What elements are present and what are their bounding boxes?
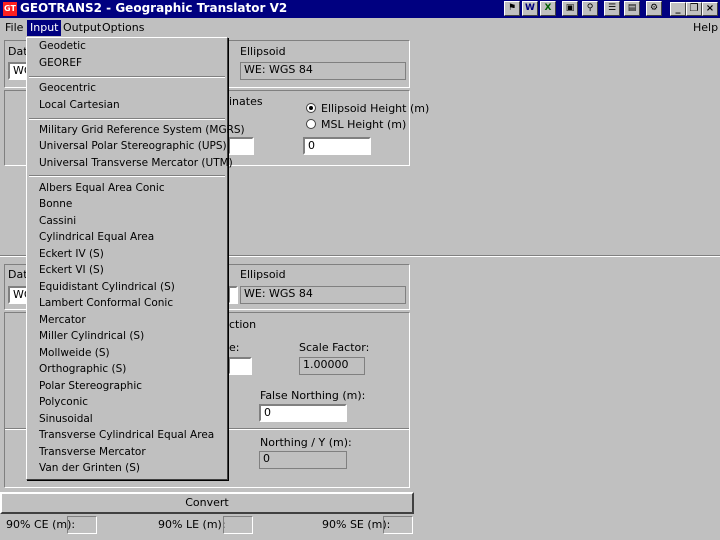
menu-item-van-der-grinten[interactable]: Van der Grinten (S): [39, 461, 140, 476]
ce-field: [67, 516, 97, 534]
menu-item-mollweide[interactable]: Mollweide (S): [39, 346, 110, 361]
close-button[interactable]: ×: [702, 2, 718, 16]
menu-input[interactable]: Input: [27, 20, 62, 36]
input-menu-dropdown: Geodetic GEOREF Geocentric Local Cartesi…: [26, 37, 245, 480]
output-ellipsoid-label: Ellipsoid: [240, 268, 286, 281]
northing-field: 0: [259, 451, 347, 469]
menu-item-georef[interactable]: GEOREF: [39, 56, 82, 71]
menu-item-bonne[interactable]: Bonne: [39, 197, 72, 212]
input-coordinates-label: inates: [229, 95, 263, 108]
msl-height-radio[interactable]: [306, 119, 316, 129]
menu-separator: [29, 175, 225, 177]
settings-icon[interactable]: ⚙: [646, 1, 662, 16]
input-coordinate-field[interactable]: [228, 137, 254, 155]
se-field: [383, 516, 413, 534]
scale-factor-field: 1.00000: [299, 357, 365, 375]
chart-icon[interactable]: ▤: [624, 1, 640, 16]
menu-item-albers[interactable]: Albers Equal Area Conic: [39, 181, 165, 196]
menu-item-polyconic[interactable]: Polyconic: [39, 395, 88, 410]
se-label: 90% SE (m):: [322, 518, 391, 531]
title-bar[interactable]: GT GEOTRANS2 - Geographic Translator V2 …: [0, 0, 720, 18]
height-input[interactable]: 0: [303, 137, 371, 155]
menu-item-miller[interactable]: Miller Cylindrical (S): [39, 329, 144, 344]
menu-item-equidistant-cylindrical[interactable]: Equidistant Cylindrical (S): [39, 280, 175, 295]
output-param-input[interactable]: [228, 357, 252, 375]
menu-options[interactable]: Options: [99, 20, 147, 36]
input-ellipsoid-label: Ellipsoid: [240, 45, 286, 58]
search-icon[interactable]: ⚲: [582, 1, 598, 16]
menu-item-ups[interactable]: Universal Polar Stereographic (UPS): [39, 139, 227, 154]
ellipsoid-height-radio[interactable]: [306, 103, 316, 113]
scale-factor-label: Scale Factor:: [299, 341, 370, 354]
le-label: 90% LE (m):: [158, 518, 226, 531]
le-field: [223, 516, 253, 534]
menu-bar: File Input Output Options Help: [0, 18, 720, 37]
output-ellipsoid-field: WE: WGS 84: [240, 286, 406, 304]
flag-icon[interactable]: ⚑: [504, 1, 520, 16]
output-param-label: e:: [229, 341, 240, 354]
window-title: GEOTRANS2 - Geographic Translator V2: [20, 1, 288, 15]
menu-file[interactable]: File: [2, 20, 26, 36]
word-icon[interactable]: W: [522, 1, 538, 16]
ce-label: 90% CE (m):: [6, 518, 76, 531]
find-doc-icon[interactable]: ☰: [604, 1, 620, 16]
menu-output[interactable]: Output: [60, 20, 104, 36]
menu-item-mgrs[interactable]: Military Grid Reference System (MGRS): [39, 123, 245, 138]
restore-button[interactable]: ❐: [686, 2, 702, 16]
menu-item-utm[interactable]: Universal Transverse Mercator (UTM): [39, 156, 233, 171]
menu-item-polar-stereographic[interactable]: Polar Stereographic: [39, 379, 142, 394]
menu-item-transverse-mercator[interactable]: Transverse Mercator: [39, 445, 146, 460]
false-northing-input[interactable]: 0: [259, 404, 347, 422]
excel-icon[interactable]: X: [540, 1, 556, 16]
false-northing-label: False Northing (m):: [260, 389, 366, 402]
northing-label: Northing / Y (m):: [260, 436, 352, 449]
ellipsoid-height-label: Ellipsoid Height (m): [321, 102, 430, 115]
menu-item-cassini[interactable]: Cassini: [39, 214, 76, 229]
output-datum-label: Dat: [8, 268, 28, 281]
menu-item-local-cartesian[interactable]: Local Cartesian: [39, 98, 120, 113]
menu-item-orthographic[interactable]: Orthographic (S): [39, 362, 126, 377]
menu-separator: [29, 76, 225, 78]
menu-item-eckert-iv[interactable]: Eckert IV (S): [39, 247, 104, 262]
menu-item-geocentric[interactable]: Geocentric: [39, 81, 96, 96]
menu-item-eckert-vi[interactable]: Eckert VI (S): [39, 263, 104, 278]
menu-separator: [29, 118, 225, 120]
output-datum-dropdown-button[interactable]: [228, 286, 238, 304]
convert-button[interactable]: Convert: [0, 492, 414, 514]
menu-item-geodetic[interactable]: Geodetic: [39, 39, 86, 54]
menu-item-lambert[interactable]: Lambert Conformal Conic: [39, 296, 173, 311]
menu-item-cylindrical-equal-area[interactable]: Cylindrical Equal Area: [39, 230, 154, 245]
menu-help[interactable]: Help: [690, 20, 720, 36]
minimize-button[interactable]: _: [670, 2, 686, 16]
menu-item-transverse-cylindrical-equal-area[interactable]: Transverse Cylindrical Equal Area: [39, 428, 214, 443]
menu-item-sinusoidal[interactable]: Sinusoidal: [39, 412, 93, 427]
msl-height-label: MSL Height (m): [321, 118, 407, 131]
input-ellipsoid-field: WE: WGS 84: [240, 62, 406, 80]
input-datum-label: Dat: [8, 45, 28, 58]
monitor-icon[interactable]: ▣: [562, 1, 578, 16]
gt-app-icon[interactable]: GT: [3, 2, 17, 16]
menu-item-mercator[interactable]: Mercator: [39, 313, 86, 328]
output-projection-label: ction: [229, 318, 257, 331]
